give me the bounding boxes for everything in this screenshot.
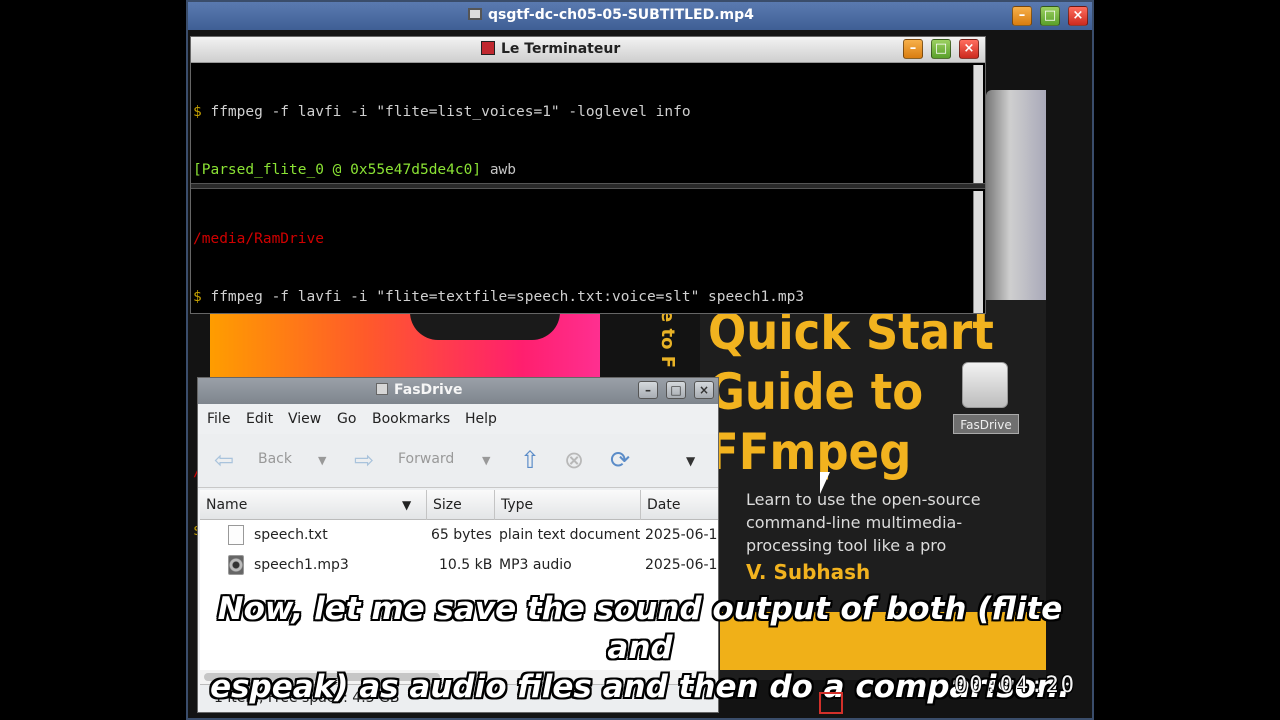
command-text: ffmpeg -f lavfi -i "flite=list_voices=1"… [201, 103, 691, 120]
path-line: /media/RamDrive [193, 230, 324, 247]
video-minimize-button[interactable]: – [1012, 6, 1032, 26]
menu-file[interactable]: File [207, 411, 230, 427]
forward-dropdown-icon[interactable]: ▼ [482, 454, 490, 467]
up-arrow-icon[interactable]: ⇧ [520, 446, 540, 474]
menu-view[interactable]: View [288, 411, 321, 427]
record-indicator-icon [819, 692, 843, 714]
column-name[interactable]: Name ▼ [200, 490, 427, 520]
file-row[interactable]: speech1.mp3 10.5 kB MP3 audio 2025-06-1 [200, 550, 718, 580]
video-maximize-button[interactable]: □ [1040, 6, 1060, 26]
file-type: MP3 audio [499, 557, 572, 573]
file-date: 2025-06-1 [645, 527, 717, 543]
file-manager-titlebar[interactable]: FasDrive – □ × [198, 378, 718, 404]
toolbar-overflow-icon[interactable]: ▼ [686, 454, 695, 468]
column-date[interactable]: Date Modi [641, 490, 718, 520]
file-row[interactable]: speech.txt 65 bytes plain text document … [200, 520, 718, 550]
disc-graphic [986, 90, 1046, 330]
command-text: ffmpeg -f lavfi -i "flite=textfile=speec… [201, 289, 805, 306]
column-header: Name ▼ Size Type Date Modi [200, 490, 718, 520]
menu-bookmarks[interactable]: Bookmarks [372, 411, 450, 427]
video-title: qsgtf-dc-ch05-05-SUBTITLED.mp4 [468, 7, 754, 23]
video-title-text: qsgtf-dc-ch05-05-SUBTITLED.mp4 [488, 7, 754, 23]
terminal-titlebar[interactable]: Le Terminateur – □ × [191, 37, 985, 63]
mouse-pointer-icon [820, 472, 830, 494]
file-type: plain text document [499, 527, 641, 543]
prompt-symbol: $ [193, 103, 202, 120]
back-dropdown-icon[interactable]: ▼ [318, 454, 326, 467]
fm-close-button[interactable]: × [694, 381, 714, 399]
subtitle-line: Now, let me save the sound output of bot… [217, 591, 1063, 666]
text-file-icon [228, 525, 244, 545]
terminal-pane-top[interactable]: $ ffmpeg -f lavfi -i "flite=list_voices=… [193, 64, 973, 184]
video-titlebar[interactable]: qsgtf-dc-ch05-05-SUBTITLED.mp4 – □ × [188, 2, 1092, 30]
back-arrow-icon[interactable]: ⇦ [214, 446, 234, 474]
terminal-close-button[interactable]: × [959, 39, 979, 59]
subtitle-line: espeak) as audio files and then do a com… [210, 669, 1070, 705]
video-subtitle: Now, let me save the sound output of bot… [200, 590, 1080, 707]
prompt-symbol: $ [193, 289, 202, 306]
terminal-minimize-button[interactable]: – [903, 39, 923, 59]
forward-arrow-icon[interactable]: ⇨ [354, 446, 374, 474]
column-name-label: Name [206, 497, 248, 513]
menubar: File Edit View Go Bookmarks Help [198, 404, 718, 434]
file-size: 65 bytes [431, 527, 492, 543]
toolbar: ⇦ Back ▼ ⇨ Forward ▼ ⇧ ⊗ ⟳ ▼ [198, 434, 718, 488]
file-name: speech1.mp3 [254, 557, 349, 573]
forward-button[interactable]: Forward [398, 451, 454, 467]
fm-minimize-button[interactable]: – [638, 381, 658, 399]
column-type[interactable]: Type [495, 490, 641, 520]
terminal-top-scrollbar[interactable] [973, 65, 983, 183]
terminal-window[interactable]: Le Terminateur – □ × $ ffmpeg -f lavfi -… [190, 36, 986, 539]
terminal-bottom-scrollbar[interactable] [973, 191, 983, 313]
file-manager-title: FasDrive [376, 382, 462, 398]
film-icon [468, 8, 482, 20]
command-line: $ ffmpeg -f lavfi -i "flite=textfile=spe… [193, 288, 973, 307]
reload-icon[interactable]: ⟳ [610, 446, 630, 474]
stop-icon[interactable]: ⊗ [564, 446, 584, 474]
video-close-button[interactable]: × [1068, 6, 1088, 26]
menu-go[interactable]: Go [337, 411, 356, 427]
terminal-pane-bottom[interactable]: /media/RamDrive $ ffmpeg -f lavfi -i "fl… [193, 191, 973, 539]
fm-maximize-button[interactable]: □ [666, 381, 686, 399]
audio-file-icon [228, 555, 244, 575]
file-manager-title-text: FasDrive [394, 382, 463, 398]
file-size: 10.5 kB [439, 557, 493, 573]
column-size[interactable]: Size [427, 490, 495, 520]
timecode: 00:04:20 [954, 673, 1076, 698]
terminal-maximize-button[interactable]: □ [931, 39, 951, 59]
sort-desc-icon: ▼ [402, 498, 412, 512]
file-name: speech.txt [254, 527, 328, 543]
pane-divider-handle[interactable] [191, 183, 985, 189]
menu-edit[interactable]: Edit [246, 411, 273, 427]
menu-help[interactable]: Help [465, 411, 497, 427]
log-prefix: [Parsed_flite_0 @ 0x55e47d5de4c0] [193, 162, 482, 179]
terminal-title: Le Terminateur [481, 41, 620, 57]
file-date: 2025-06-1 [645, 557, 717, 573]
folder-icon [376, 383, 388, 395]
terminal-title-text: Le Terminateur [501, 41, 621, 57]
terminal-icon [481, 41, 495, 55]
back-button[interactable]: Back [258, 451, 292, 467]
log-line: [Parsed_flite_0 @ 0x55e47d5de4c0] awb [193, 161, 973, 180]
voice-name: awb [489, 162, 517, 179]
command-line: $ ffmpeg -f lavfi -i "flite=list_voices=… [193, 103, 973, 122]
